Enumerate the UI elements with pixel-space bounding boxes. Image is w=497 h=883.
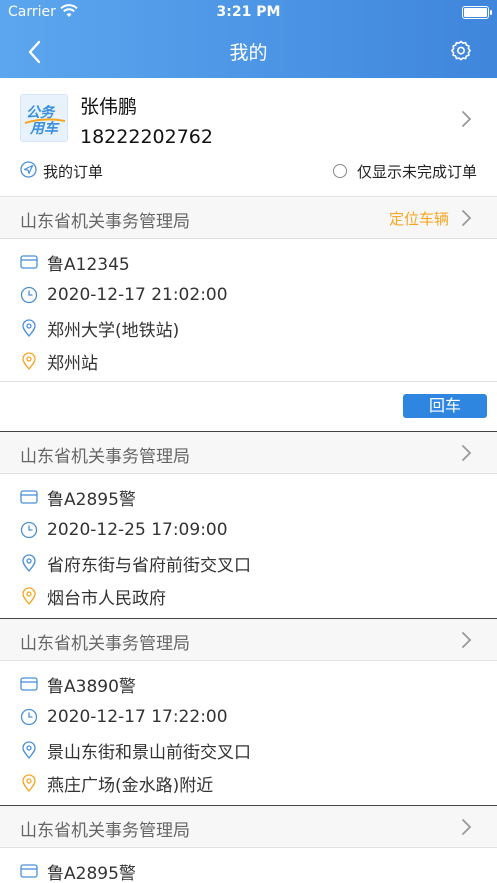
plate-row: 鲁A2895警	[20, 484, 136, 510]
destination-row: 郑州站	[20, 348, 98, 374]
locate-vehicle-link[interactable]: 定位车辆	[389, 208, 449, 229]
plate-row: 鲁A3890警	[20, 671, 136, 697]
destination-row: 燕庄广场(金水路)附近	[20, 770, 213, 796]
incomplete-filter[interactable]: 仅显示未完成订单	[332, 160, 477, 182]
order-plate: 鲁A3890警	[47, 676, 136, 697]
origin-row: 省府东街与省府前街交叉口	[20, 550, 251, 576]
origin-row: 景山东街和景山前街交叉口	[20, 737, 251, 763]
my-orders-link[interactable]: 我的订单	[20, 160, 103, 182]
chevron-right-icon[interactable]	[459, 818, 473, 836]
order-org: 山东省机关事务管理局	[20, 821, 190, 841]
order-card[interactable]: 山东省机关事务管理局 鲁A2895警	[0, 806, 497, 883]
status-time: 3:21 PM	[216, 4, 281, 20]
plate-row: 鲁A2895警	[20, 858, 136, 883]
time-row: 2020-12-25 17:09:00	[20, 517, 228, 543]
order-origin: 景山东街和景山前街交叉口	[47, 742, 251, 763]
order-org: 山东省机关事务管理局	[20, 447, 190, 467]
filter-label: 仅显示未完成订单	[356, 162, 477, 181]
chevron-right-icon[interactable]	[459, 110, 473, 128]
order-origin: 郑州大学(地铁站)	[47, 320, 180, 341]
order-plate: 鲁A2895警	[47, 863, 136, 883]
order-card[interactable]: 山东省机关事务管理局 鲁A3890警 2020-12-17 17:22:00 景…	[0, 619, 497, 805]
gear-icon[interactable]	[449, 39, 473, 63]
status-bar: Carrier 3:21 PM	[0, 0, 497, 26]
order-header[interactable]: 山东省机关事务管理局	[0, 432, 497, 474]
time-row: 2020-12-17 17:22:00	[20, 704, 228, 730]
order-header[interactable]: 山东省机关事务管理局 定位车辆	[0, 197, 497, 239]
car-plate-icon	[20, 862, 38, 880]
car-plate-icon	[20, 488, 38, 506]
order-time: 2020-12-17 17:22:00	[47, 707, 228, 727]
order-card[interactable]: 山东省机关事务管理局 定位车辆 鲁A12345 2020-12-17 21:02…	[0, 197, 497, 431]
chevron-right-icon[interactable]	[459, 444, 473, 462]
destination-pin-icon	[20, 352, 38, 371]
clock-icon	[20, 286, 38, 304]
order-destination: 燕庄广场(金水路)附近	[47, 775, 214, 796]
battery-icon	[462, 6, 492, 19]
origin-pin-icon	[20, 319, 38, 338]
order-org: 山东省机关事务管理局	[20, 634, 190, 654]
destination-pin-icon	[20, 587, 38, 606]
user-name: 张伟鹏	[80, 96, 138, 118]
app-logo: 公务 用车	[20, 94, 68, 142]
origin-row: 郑州大学(地铁站)	[20, 315, 179, 341]
time-row: 2020-12-17 21:02:00	[20, 282, 228, 308]
nav-bar: 我的	[0, 26, 497, 78]
filter-radio[interactable]	[332, 164, 347, 178]
order-card[interactable]: 山东省机关事务管理局 鲁A2895警 2020-12-25 17:09:00 省…	[0, 432, 497, 618]
destination-row: 烟台市人民政府	[20, 583, 166, 609]
car-plate-icon	[20, 675, 38, 693]
header: Carrier 3:21 PM 我的	[0, 0, 497, 78]
order-header[interactable]: 山东省机关事务管理局	[0, 619, 497, 661]
profile-section[interactable]: 公务 用车 张伟鹏 18222202762 我的订单 仅显示未完成订单	[0, 78, 497, 198]
order-plate: 鲁A12345	[47, 254, 130, 275]
origin-pin-icon	[20, 741, 38, 760]
order-destination: 郑州站	[47, 353, 98, 374]
chevron-right-icon[interactable]	[459, 631, 473, 649]
plate-row: 鲁A12345	[20, 249, 130, 275]
order-footer: 回车	[0, 381, 497, 431]
order-org: 山东省机关事务管理局	[20, 212, 190, 232]
origin-pin-icon	[20, 554, 38, 573]
order-time: 2020-12-17 21:02:00	[47, 285, 228, 305]
order-destination: 烟台市人民政府	[47, 588, 166, 609]
order-plate: 鲁A2895警	[47, 489, 136, 510]
page-title: 我的	[229, 42, 268, 64]
chevron-right-icon[interactable]	[459, 209, 473, 227]
navigate-icon	[20, 160, 37, 182]
user-phone: 18222202762	[80, 126, 213, 148]
destination-pin-icon	[20, 774, 38, 793]
return-car-button[interactable]: 回车	[403, 394, 487, 418]
logo-text-bottom: 用车	[29, 120, 60, 137]
order-header[interactable]: 山东省机关事务管理局	[0, 806, 497, 848]
order-time: 2020-12-25 17:09:00	[47, 520, 228, 540]
car-plate-icon	[20, 253, 38, 271]
clock-icon	[20, 521, 38, 539]
clock-icon	[20, 708, 38, 726]
my-orders-label: 我的订单	[43, 162, 104, 181]
order-origin: 省府东街与省府前街交叉口	[47, 555, 251, 576]
